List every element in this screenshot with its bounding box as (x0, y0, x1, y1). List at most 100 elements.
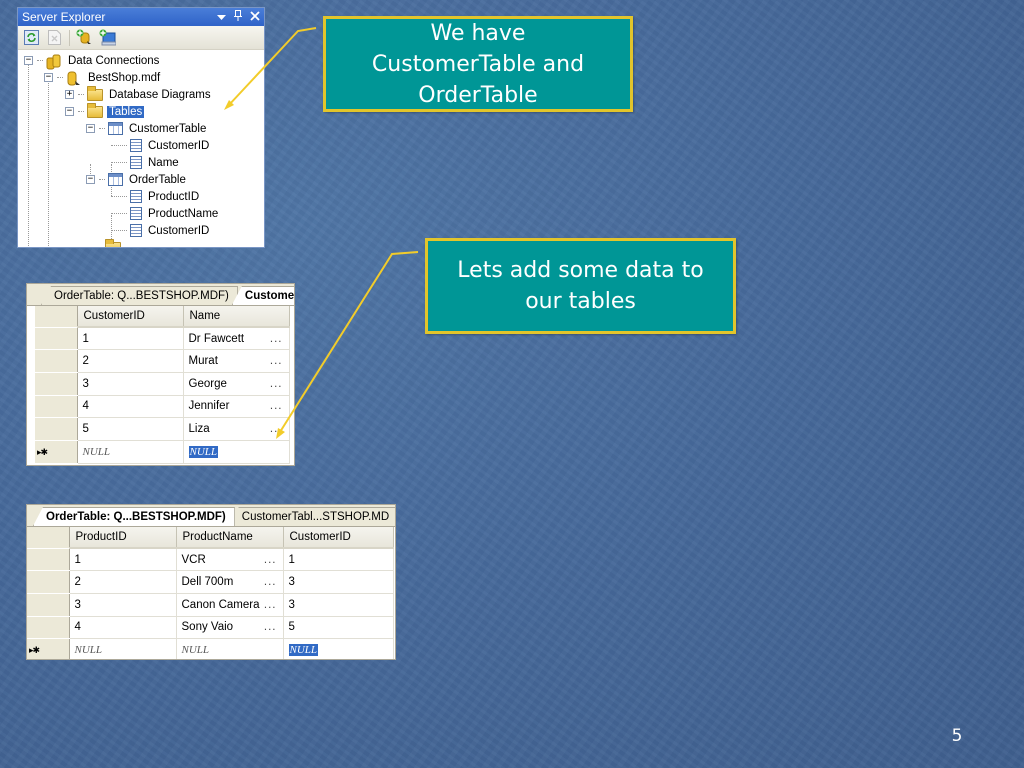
tree-node-column[interactable]: ProductName (18, 205, 264, 222)
grid-cell[interactable]: 2 (77, 349, 184, 373)
collapse-icon[interactable]: − (86, 124, 95, 133)
table-row[interactable]: 3 Canon Camera... 3 (27, 593, 394, 617)
row-selector[interactable] (27, 616, 70, 640)
refresh-icon[interactable] (23, 29, 40, 46)
new-row-selector[interactable]: ▸✱ (27, 638, 70, 659)
callout-line: OrderTable (418, 82, 538, 108)
row-selector[interactable] (35, 349, 78, 373)
grid-cell[interactable]: 3 (283, 570, 394, 594)
new-table-row[interactable]: ▸✱ NULL NULL NULL (27, 638, 394, 659)
collapse-icon[interactable]: − (86, 175, 95, 184)
tab-ordertable[interactable]: OrderTable: Q...BESTSHOP.MDF) (33, 507, 235, 526)
row-selector[interactable] (27, 593, 70, 617)
tree-label: CustomerID (148, 224, 210, 237)
grid-cell[interactable]: Canon Camera... (176, 593, 284, 617)
tree-node-column[interactable]: CustomerID (18, 137, 264, 154)
table-row[interactable]: 4 Sony Vaio... 5 (27, 616, 394, 640)
tree-connector (57, 77, 63, 78)
tree-connector (111, 162, 127, 163)
row-selector[interactable] (35, 327, 78, 351)
table-row[interactable]: 1 VCR... 1 (27, 548, 394, 572)
cell-ellipsis: ... (269, 332, 283, 345)
column-icon (130, 207, 142, 220)
tree-node-data-connections[interactable]: − Data Connections (18, 52, 264, 69)
tree-node-customertable[interactable]: − CustomerTable (18, 120, 264, 137)
table-row[interactable]: 2 Dell 700m... 3 (27, 570, 394, 594)
pin-icon[interactable] (234, 10, 242, 24)
grid-cell[interactable]: NULL (183, 440, 290, 464)
new-row-selector[interactable]: ▸✱ (35, 440, 78, 464)
tree-node-ordertable[interactable]: − OrderTable (18, 171, 264, 188)
table-row[interactable]: 4 Jennifer... (35, 395, 290, 419)
collapse-icon[interactable]: − (24, 56, 33, 65)
grid-cell[interactable]: 2 (69, 570, 177, 594)
tab-customertable[interactable]: Custome (231, 286, 294, 305)
grid-cell[interactable]: Liza... (183, 417, 290, 441)
tree-node-column[interactable]: ProductID (18, 188, 264, 205)
row-selector[interactable] (35, 372, 78, 396)
column-header[interactable]: ProductID (69, 527, 177, 549)
row-selector[interactable] (27, 570, 70, 594)
column-header[interactable]: ProductName (176, 527, 284, 549)
table-row[interactable]: 5 Liza... (35, 417, 290, 441)
grid-cell[interactable]: 3 (69, 593, 177, 617)
collapse-icon[interactable]: − (44, 73, 53, 82)
tree-node-database-diagrams[interactable]: + Database Diagrams (18, 85, 264, 103)
grid-cell[interactable]: 5 (77, 417, 184, 441)
grid-header-row: CustomerID Name (35, 306, 290, 328)
tab-customertable[interactable]: CustomerTabl...STSHOP.MD (228, 507, 395, 526)
cell-value: 5 (82, 423, 89, 436)
collapse-icon[interactable]: − (65, 107, 74, 116)
grid-cell[interactable]: Jennifer... (183, 395, 290, 419)
null-value: NULL (188, 445, 219, 458)
new-table-row[interactable]: ▸✱ NULL NULL (35, 440, 290, 464)
table-icon (108, 122, 123, 135)
row-selector[interactable] (27, 548, 70, 572)
tree-label: OrderTable (129, 173, 186, 186)
grid-cell[interactable]: 5 (283, 616, 394, 640)
grid-cell[interactable]: 4 (69, 616, 177, 640)
server-explorer-titlebar[interactable]: Server Explorer (18, 8, 264, 26)
table-row[interactable]: 1 Dr Fawcett... (35, 327, 290, 351)
tree-node-tables[interactable]: − Tables (18, 102, 264, 120)
grid-cell[interactable]: 1 (77, 327, 184, 351)
connect-to-server-icon[interactable] (99, 29, 116, 46)
table-row[interactable]: 3 George... (35, 372, 290, 396)
tree-node-views-partial[interactable] (18, 238, 264, 247)
grid-cell[interactable]: Dell 700m... (176, 570, 284, 594)
row-header-corner (27, 527, 70, 549)
row-selector[interactable] (35, 417, 78, 441)
column-header[interactable]: CustomerID (283, 527, 394, 549)
grid-cell[interactable]: 1 (69, 548, 177, 572)
tree-node-bestshop-mdf[interactable]: − BestShop.mdf (18, 69, 264, 86)
dropdown-icon[interactable] (217, 10, 226, 24)
row-selector[interactable] (35, 395, 78, 419)
column-header[interactable]: Name (183, 306, 290, 328)
grid-cell[interactable]: 4 (77, 395, 184, 419)
grid-cell[interactable]: 3 (283, 593, 394, 617)
table-row[interactable]: 2 Murat... (35, 349, 290, 373)
stop-icon[interactable] (46, 29, 63, 46)
grid-cell[interactable]: NULL (283, 638, 394, 659)
tree-node-column[interactable]: Name (18, 154, 264, 171)
connect-to-database-icon[interactable] (76, 29, 93, 46)
cell-value: Murat (188, 355, 218, 368)
tab-ordertable[interactable]: OrderTable: Q...BESTSHOP.MDF) (41, 286, 238, 305)
grid-cell[interactable]: 3 (77, 372, 184, 396)
grid-cell[interactable]: 1 (283, 548, 394, 572)
grid-cell[interactable]: NULL (69, 638, 177, 659)
grid-cell[interactable]: VCR... (176, 548, 284, 572)
tree-node-column[interactable]: CustomerID (18, 222, 264, 239)
grid-cell[interactable]: Murat... (183, 349, 290, 373)
grid-cell[interactable]: George... (183, 372, 290, 396)
expand-icon[interactable]: + (65, 90, 74, 99)
grid-cell[interactable]: Dr Fawcett... (183, 327, 290, 351)
grid-cell[interactable]: NULL (176, 638, 284, 659)
grid-cell[interactable]: Sony Vaio... (176, 616, 284, 640)
column-header[interactable]: CustomerID (77, 306, 184, 328)
callout-connector-line (279, 251, 419, 433)
cell-ellipsis: ... (263, 553, 277, 566)
grid-cell[interactable]: NULL (77, 440, 184, 464)
cell-value: 5 (288, 621, 295, 634)
close-icon[interactable] (250, 10, 260, 24)
